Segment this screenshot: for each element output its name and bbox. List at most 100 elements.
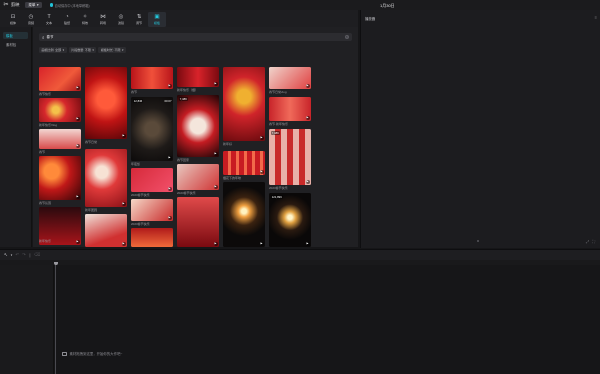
template-title: 2023春节快乐 (269, 186, 288, 190)
play-icon: ▶ (259, 135, 264, 140)
template-title: 春节·新年快乐 (269, 122, 288, 126)
template-card[interactable]: ▶ (269, 67, 311, 89)
template-card[interactable]: ▶ (39, 129, 81, 149)
play-icon: ▶ (213, 184, 218, 189)
template-card[interactable]: ▶ (39, 156, 81, 200)
usage-count-badge: 121,896 (270, 194, 283, 199)
tab-template[interactable]: ▣ 模板 (148, 12, 166, 27)
filter-label: 画幅比例: 全部 (41, 48, 62, 52)
timeline-drop-hint: 素材拖拽到这里，开始你的大作吧~ (62, 351, 122, 356)
tab-adjust[interactable]: ⇅ 调节 (130, 12, 148, 27)
filter-duration[interactable]: 模板时长: 不限 ▾ (98, 47, 127, 53)
template-card[interactable]: ▶ (131, 199, 173, 221)
template-card[interactable] (131, 228, 173, 247)
template-card[interactable]: ▶ (39, 67, 81, 91)
template-title: 2023春节快乐 (131, 193, 150, 197)
template-title: 春节回家 (177, 158, 190, 162)
timeline-tracks[interactable] (0, 265, 600, 374)
undo-icon[interactable]: ↶ (15, 252, 19, 258)
template-card[interactable]: ▶ (269, 97, 311, 121)
play-icon: ▶ (121, 133, 126, 138)
template-card[interactable]: 12,846 00:07 ▶ (131, 97, 173, 161)
drop-hint-text: 素材拖拽到这里，开始你的大作吧~ (69, 352, 123, 356)
player-menu-icon[interactable]: ≡ (595, 15, 597, 20)
tab-filter[interactable]: ◎ 滤镜 (112, 12, 130, 27)
tab-media[interactable]: ⊡ 媒体 (4, 12, 22, 27)
tab-label: 模板 (153, 21, 160, 25)
tab-text[interactable]: T 文本 (40, 12, 58, 27)
tab-label: 音频 (27, 21, 34, 25)
autosave-text: 自动保存中 (本地草稿箱) (54, 3, 90, 8)
template-title: 春节快乐 (39, 92, 52, 96)
sidebar-item-template[interactable]: 模板 (3, 32, 28, 39)
filter-icon: ◎ (118, 14, 124, 20)
tab-audio[interactable]: ◷ 音频 (22, 12, 40, 27)
template-card[interactable]: 121,896 ▶ (269, 193, 311, 247)
app-logo: ✂ 剪映 (3, 2, 19, 8)
search-icon: ⌕ (42, 34, 45, 40)
play-icon: ▶ (167, 186, 172, 191)
template-browser: ⌕ 春节 × 画幅比例: 全部 ▾ 片段数量: 不限 ▾ 模板时长: 不限 ▾ ▶ 春… (33, 27, 358, 247)
template-card[interactable]: ▶ (85, 149, 127, 207)
play-icon: ▶ (305, 179, 310, 184)
template-card[interactable]: ▶ (131, 67, 173, 89)
template-title: 新年好 (223, 142, 233, 146)
redo-icon[interactable]: ↷ (22, 252, 26, 258)
template-card[interactable]: ▶ (223, 151, 265, 175)
play-icon: ▶ (305, 241, 310, 246)
template-card[interactable]: ▶ (177, 197, 219, 247)
menu-button[interactable]: 菜单 ▾ (25, 1, 42, 9)
play-icon: ▶ (305, 115, 310, 120)
template-title: 2023春节快乐 (131, 222, 150, 226)
clear-search-icon[interactable]: × (344, 34, 349, 40)
play-icon: ▶ (121, 201, 126, 206)
fit-screen-icon[interactable]: ⤢ (586, 239, 589, 244)
fullscreen-icon[interactable]: ⛶ (592, 239, 595, 244)
template-title: 春节日常vlog (269, 90, 287, 94)
template-card[interactable]: ▶ (177, 67, 219, 87)
template-card[interactable]: ▶ (85, 214, 127, 247)
adjust-icon: ⇅ (136, 14, 142, 20)
usage-count-badge: 7,489 (178, 96, 188, 101)
template-card[interactable]: 7,489 ▶ (177, 95, 219, 157)
chevron-down-icon: ▾ (122, 48, 124, 52)
title-bar: ✂ 剪映 菜单 ▾ 自动保存中 (本地草稿箱) 1月30日 (0, 0, 600, 10)
template-title: 烟花下的年味 (223, 176, 242, 180)
split-icon[interactable]: ⫼ (29, 253, 31, 258)
template-card[interactable]: ▶ (223, 67, 265, 141)
play-icon: ▶ (213, 151, 218, 156)
chevron-down-icon: ▾ (62, 48, 65, 52)
tab-transition[interactable]: ⋈ 转场 (94, 12, 112, 27)
template-card[interactable]: ▶ (177, 164, 219, 190)
audio-icon: ◷ (28, 14, 34, 20)
play-icon: ▶ (259, 169, 264, 174)
filter-bar: 画幅比例: 全部 ▾ 片段数量: 不限 ▾ 模板时长: 不限 ▾ (39, 47, 127, 53)
play-icon: ▶ (167, 215, 172, 220)
chevron-down-icon[interactable]: ▾ (11, 253, 13, 257)
tab-sticker[interactable]: ◔ 贴纸 (58, 12, 76, 27)
timeline-toolbar: ↖ ▾ ↶ ↷ ⫼ ⌫ (0, 249, 600, 260)
tab-label: 转场 (99, 21, 106, 25)
search-input[interactable]: 春节 (47, 35, 345, 40)
sidebar-item-material-pack[interactable]: 素材包 (3, 41, 28, 48)
template-card[interactable]: ▶ (131, 168, 173, 192)
select-cursor-icon[interactable]: ↖ (4, 252, 8, 258)
delete-icon[interactable]: ⌫ (34, 252, 40, 258)
track-header-column (0, 265, 54, 374)
project-title[interactable]: 1月30日 (380, 3, 395, 9)
template-title: 年夜饭 (131, 162, 141, 166)
filter-label: 片段数量: 不限 (71, 48, 91, 52)
template-card[interactable]: ▶ (39, 98, 81, 122)
tab-effects[interactable]: ✧ 特效 (76, 12, 94, 27)
template-card[interactable]: ▶ (223, 182, 265, 247)
search-bar[interactable]: ⌕ 春节 × (39, 33, 352, 41)
template-card[interactable]: 7,489 ▶ (269, 129, 311, 185)
play-icon: ▶ (213, 81, 218, 86)
template-title: 新年快乐（烟） (177, 88, 199, 92)
player-controls: ⤢ ⛶ (586, 239, 595, 244)
playhead[interactable] (53, 262, 58, 374)
filter-clip-count[interactable]: 片段数量: 不限 ▾ (68, 47, 97, 53)
template-card[interactable]: ▶ (85, 67, 127, 139)
filter-aspect-ratio[interactable]: 画幅比例: 全部 ▾ (39, 47, 67, 53)
tab-label: 特效 (81, 21, 88, 25)
